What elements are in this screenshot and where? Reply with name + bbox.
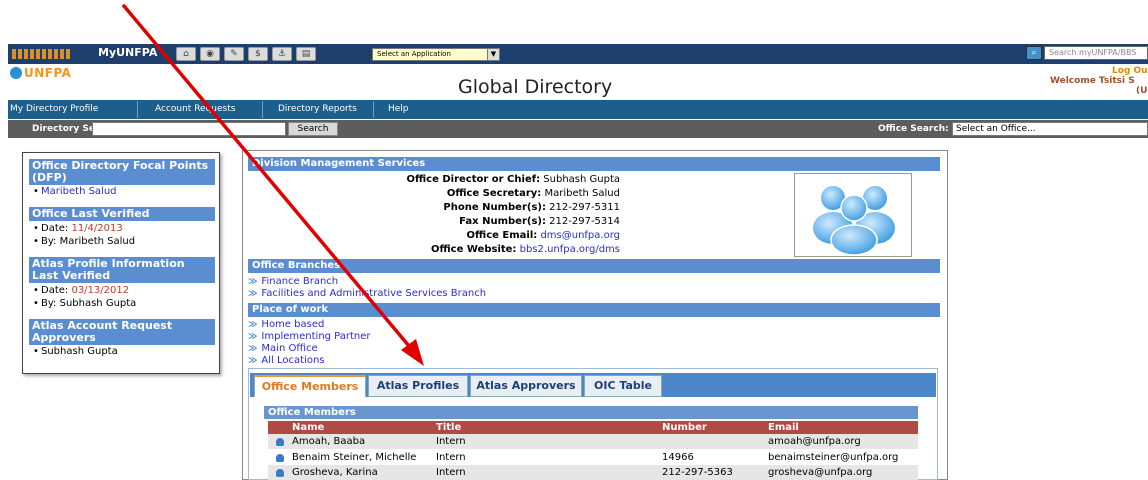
- verified-date: • Date: 11/4/2013: [33, 223, 123, 234]
- globe-icon[interactable]: ◉: [200, 47, 220, 61]
- dfp-heading: Office Directory Focal Points (DFP): [29, 159, 215, 185]
- welcome-subtext: (U: [1136, 86, 1148, 96]
- column-header-name[interactable]: Name: [292, 421, 324, 434]
- document-icon[interactable]: ▤: [296, 47, 316, 61]
- member-name: Grosheva, Karina: [292, 467, 378, 478]
- search-globe-icon[interactable]: ⌕: [1026, 46, 1042, 60]
- application-select[interactable]: Select an Application ▼: [372, 48, 500, 61]
- double-chevron-icon: ≫: [248, 320, 258, 330]
- logout-link[interactable]: Log Ou: [1112, 66, 1148, 76]
- member-name: Amoah, Baaba: [292, 436, 366, 447]
- member-email: amoah@unfpa.org: [768, 436, 861, 447]
- column-header-title[interactable]: Title: [436, 421, 461, 434]
- nav-divider: [262, 101, 263, 118]
- office-email-link[interactable]: dms@unfpa.org: [540, 230, 620, 241]
- member-number: 14966: [662, 452, 694, 463]
- nav-help[interactable]: Help: [378, 100, 419, 119]
- branch-link-facilities[interactable]: ≫ Facilities and Administrative Services …: [248, 288, 486, 300]
- column-header-email[interactable]: Email: [768, 421, 799, 434]
- office-name-heading: Division Management Services: [248, 157, 940, 171]
- person-icon: [276, 469, 284, 477]
- atlas-verified-date: • Date: 03/13/2012: [33, 285, 130, 296]
- place-of-work-heading: Place of work: [248, 303, 940, 317]
- myunfpa-logo-dots: [12, 49, 72, 59]
- search-button[interactable]: Search: [288, 122, 338, 136]
- pen-icon[interactable]: ✎: [224, 47, 244, 61]
- home-icon[interactable]: ⌂: [176, 47, 196, 61]
- office-website-link[interactable]: bbs2.unfpa.org/dms: [520, 244, 620, 255]
- unfpa-logo: UNFPA: [10, 66, 71, 80]
- tab-atlas-approvers[interactable]: Atlas Approvers: [470, 375, 582, 397]
- place-link-all-locations[interactable]: ≫ All Locations: [248, 355, 325, 367]
- chevron-down-icon: ▼: [487, 49, 499, 60]
- member-email: benaimsteiner@unfpa.org: [768, 452, 899, 463]
- dollar-icon[interactable]: $: [248, 47, 268, 61]
- nav-divider: [373, 101, 374, 118]
- tab-atlas-profiles[interactable]: Atlas Profiles: [368, 375, 468, 397]
- page-title: Global Directory: [458, 76, 613, 98]
- person-icon: [276, 438, 284, 446]
- column-header-number[interactable]: Number: [662, 421, 707, 434]
- office-email: Office Email: dms@unfpa.org: [466, 230, 620, 241]
- place-link-implementing-partner[interactable]: ≫ Implementing Partner: [248, 331, 371, 343]
- double-chevron-icon: ≫: [248, 289, 258, 299]
- directory-search-input[interactable]: [92, 122, 286, 136]
- double-chevron-icon: ≫: [248, 356, 258, 366]
- office-search-label: Office Search:: [878, 124, 949, 134]
- nav-my-directory-profile[interactable]: My Directory Profile: [0, 100, 108, 119]
- dfp-link[interactable]: Maribeth Salud: [41, 186, 117, 197]
- nav-divider: [137, 101, 138, 118]
- office-search-select[interactable]: Select an Office...: [952, 122, 1148, 136]
- atlas-verified-heading: Atlas Profile Information Last Verified: [29, 257, 215, 283]
- office-website: Office Website: bbs2.unfpa.org/dms: [431, 244, 620, 255]
- atlas-verified-by: • By: Subhash Gupta: [33, 298, 137, 309]
- place-link-main-office[interactable]: ≫ Main Office: [248, 343, 318, 355]
- myunfpa-search-input[interactable]: Search myUNFPA/BBS: [1044, 46, 1148, 60]
- office-phone: Phone Number(s): 212-297-5311: [443, 202, 620, 213]
- nav-directory-reports[interactable]: Directory Reports: [268, 100, 367, 119]
- member-name: Benaim Steiner, Michelle: [292, 452, 417, 463]
- office-fax: Fax Number(s): 212-297-5314: [459, 216, 620, 227]
- myunfpa-brand[interactable]: MyUNFPA: [98, 46, 157, 59]
- nav-account-requests[interactable]: Account Requests: [145, 100, 245, 119]
- unfpa-globe-icon: [10, 67, 22, 79]
- approver-item: • Subhash Gupta: [33, 346, 118, 357]
- member-email: grosheva@unfpa.org: [768, 467, 873, 478]
- office-members-heading: Office Members: [264, 406, 918, 419]
- members-table-header: [268, 421, 918, 434]
- approvers-heading: Atlas Account Request Approvers: [29, 319, 215, 345]
- office-director: Office Director or Chief: Subhash Gupta: [406, 174, 621, 185]
- member-title: Intern: [436, 452, 466, 463]
- office-secretary: Office Secretary: Maribeth Salud: [446, 188, 620, 199]
- tab-office-members[interactable]: Office Members: [254, 375, 366, 397]
- office-summary-panel: Office Directory Focal Points (DFP) • Mar…: [22, 152, 220, 374]
- tab-oic-table[interactable]: OIC Table: [584, 375, 662, 397]
- dfp-list-item: • Maribeth Salud: [33, 186, 117, 197]
- member-title: Intern: [436, 467, 466, 478]
- verified-heading: Office Last Verified: [29, 207, 215, 221]
- place-link-home-based[interactable]: ≫ Home based: [248, 319, 324, 331]
- branch-link-finance[interactable]: ≫ Finance Branch: [248, 276, 338, 288]
- application-select-value: Select an Application: [377, 50, 451, 58]
- verified-by: • By: Maribeth Salud: [33, 236, 136, 247]
- anchor-icon[interactable]: ⚓: [272, 47, 292, 61]
- person-icon: [276, 454, 284, 462]
- double-chevron-icon: ≫: [248, 344, 258, 354]
- double-chevron-icon: ≫: [248, 332, 258, 342]
- member-number: 212-297-5363: [662, 467, 733, 478]
- office-group-icon: [794, 173, 912, 257]
- office-branches-heading: Office Branches: [248, 259, 940, 273]
- welcome-text: Welcome Tsitsi S: [1050, 76, 1135, 86]
- double-chevron-icon: ≫: [248, 277, 258, 287]
- member-title: Intern: [436, 436, 466, 447]
